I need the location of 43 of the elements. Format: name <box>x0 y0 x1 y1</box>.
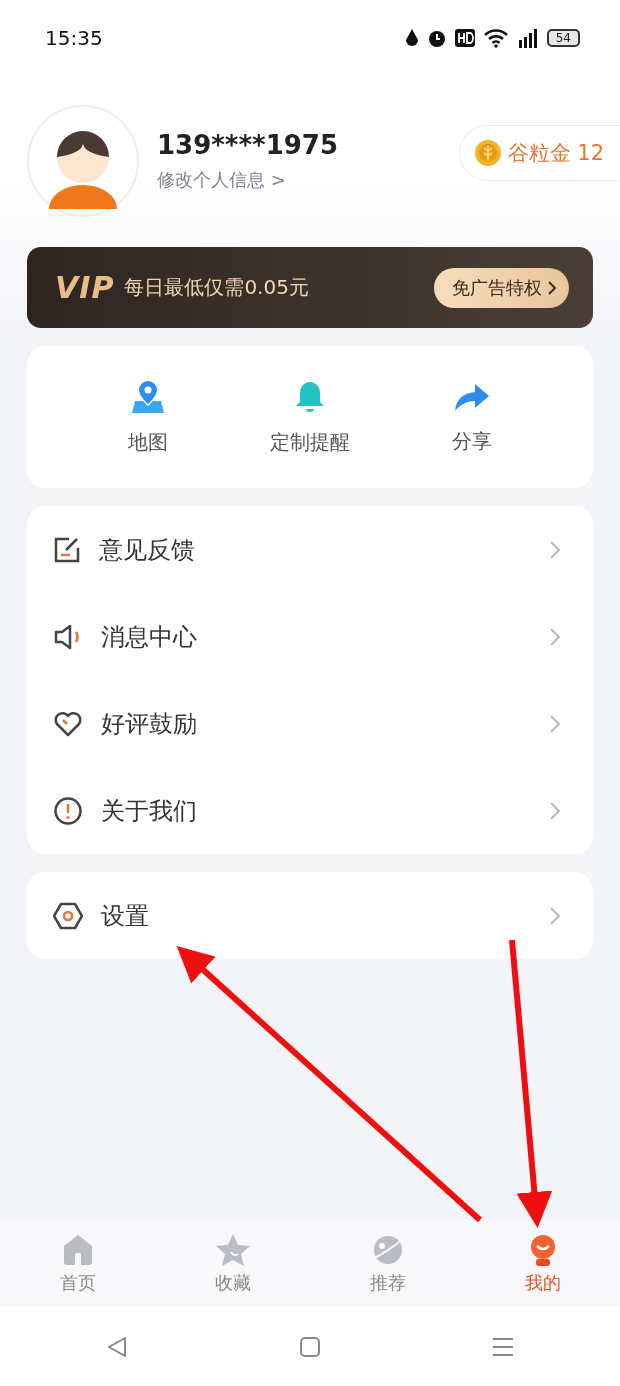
edit-profile-link[interactable]: 修改个人信息 > <box>157 168 459 192</box>
vip-banner[interactable]: VIP 每日最低仅需0.05元 免广告特权 <box>27 247 593 328</box>
back-icon[interactable] <box>105 1335 128 1358</box>
quick-action[interactable]: 定制提醒 <box>229 377 391 457</box>
heart-icon <box>53 709 83 738</box>
info-icon <box>53 795 83 826</box>
ad-free-button[interactable]: 免广告特权 <box>434 267 569 308</box>
chevron-right-icon <box>549 905 561 926</box>
menu-item[interactable]: 意见反馈 <box>27 506 593 593</box>
vip-price-text: 每日最低仅需0.05元 <box>124 274 310 301</box>
quick-action[interactable]: 分享 <box>391 378 553 456</box>
quick-action[interactable]: 地图 <box>67 377 229 457</box>
menu-icon[interactable] <box>492 1335 515 1358</box>
phone-number: 139****1975 <box>157 130 340 160</box>
settings-item[interactable]: 设置 <box>27 872 593 959</box>
menu-label: 设置 <box>101 900 150 932</box>
star-icon <box>214 1232 251 1267</box>
hexagon-nut-icon <box>53 901 83 930</box>
menu-label: 意见反馈 <box>99 534 196 566</box>
battery-level: 54 <box>546 28 580 47</box>
menu-item[interactable]: 消息中心 <box>27 593 593 680</box>
vip-label: VIP <box>55 270 115 305</box>
chevron-right-icon <box>549 539 561 560</box>
menu-label: 关于我们 <box>101 795 198 827</box>
edit-icon <box>53 535 81 564</box>
menu-label: 消息中心 <box>101 621 198 653</box>
hd-icon <box>454 28 475 47</box>
menu-item[interactable]: 好评鼓励 <box>27 680 593 767</box>
home-square-icon[interactable] <box>299 1335 321 1358</box>
chevron-right-icon <box>549 800 561 821</box>
coin-icon <box>473 139 502 167</box>
map-pin-icon <box>131 378 165 415</box>
wifi-icon <box>482 27 509 48</box>
drop-icon <box>404 27 419 48</box>
menu-item[interactable]: 关于我们 <box>27 767 593 854</box>
status-time: 15:35 <box>45 25 103 50</box>
chevron-right-icon <box>548 280 557 295</box>
signal-icon <box>516 27 539 48</box>
chevron-right-icon <box>549 626 561 647</box>
coin-balance: 谷粒金 12 <box>507 140 604 167</box>
chevron-right-icon <box>549 713 561 734</box>
menu-label: 好评鼓励 <box>101 708 198 740</box>
tab-item[interactable]: 我的 <box>465 1220 620 1307</box>
